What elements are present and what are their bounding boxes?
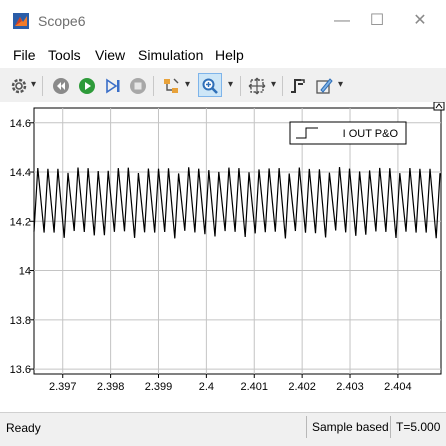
autoscale-icon[interactable] [248,77,266,95]
run-icon[interactable] [78,77,96,95]
toolbar-separator [240,76,241,96]
scope-plot-area[interactable]: 13.6 13.8 14 14.2 14.4 14.6 2.397 2.398 2.399 2.4… [0,101,446,412]
x-tick-label: 2.402 [288,381,316,393]
stop-icon[interactable] [129,77,147,95]
y-tick-label: 13.6 [10,364,31,376]
minimize-button[interactable]: — [327,8,357,34]
toolbar: ▾ ▾ ▾ ▾ ▾ [0,68,446,102]
title-bar: Scope6 — ☐ ✕ [0,0,446,42]
toolbar-separator [153,76,154,96]
gear-icon[interactable] [10,77,28,95]
triggers-icon[interactable] [289,77,307,95]
maximize-button[interactable]: ☐ [362,8,392,34]
autoscale-dropdown-icon[interactable]: ▾ [271,79,276,90]
status-ready: Ready [6,421,41,435]
menu-tools[interactable]: Tools [48,47,81,63]
y-tick-label: 14.6 [10,118,31,130]
settings-dropdown-icon[interactable]: ▾ [31,79,36,90]
step-forward-icon[interactable] [104,77,122,95]
step-back-icon[interactable] [52,77,70,95]
x-tick-label: 2.403 [336,381,364,393]
x-tick-label: 2.401 [240,381,268,393]
y-tick-label: 14.4 [10,167,31,179]
menu-simulation[interactable]: Simulation [138,47,203,63]
scope-chart[interactable]: 13.6 13.8 14 14.2 14.4 14.6 2.397 2.398 2.399 2.4… [0,101,446,412]
menu-view[interactable]: View [95,47,125,63]
y-tick-label: 13.8 [10,315,31,327]
zoom-icon[interactable] [201,77,219,95]
x-tick-label: 2.398 [97,381,125,393]
menu-help[interactable]: Help [215,47,244,63]
menu-file[interactable]: File [13,47,36,63]
matlab-icon [13,13,29,29]
plot-axes [33,107,442,375]
status-sim-time: T=5.000 [390,416,446,438]
highlight-icon[interactable] [162,77,180,95]
x-tick-label: 2.4 [199,381,214,393]
legend-label: I OUT P&O [343,128,399,140]
status-sample-mode: Sample based [306,416,390,438]
window-title: Scope6 [38,13,86,29]
status-bar: Ready Sample based T=5.000 [0,412,446,446]
close-button[interactable]: ✕ [405,8,435,34]
style-icon[interactable] [315,77,333,95]
menu-bar: File Tools View Simulation Help [0,42,446,68]
y-tick-label: 14.2 [10,216,31,228]
toolbar-separator [282,76,283,96]
x-tick-label: 2.397 [49,381,77,393]
x-tick-label: 2.404 [384,381,412,393]
style-dropdown-icon[interactable]: ▾ [338,79,343,90]
zoom-dropdown-icon[interactable]: ▾ [228,79,233,90]
x-tick-label: 2.399 [145,381,173,393]
toolbar-separator [42,76,43,96]
y-tick-label: 14 [19,266,31,278]
highlight-dropdown-icon[interactable]: ▾ [185,79,190,90]
